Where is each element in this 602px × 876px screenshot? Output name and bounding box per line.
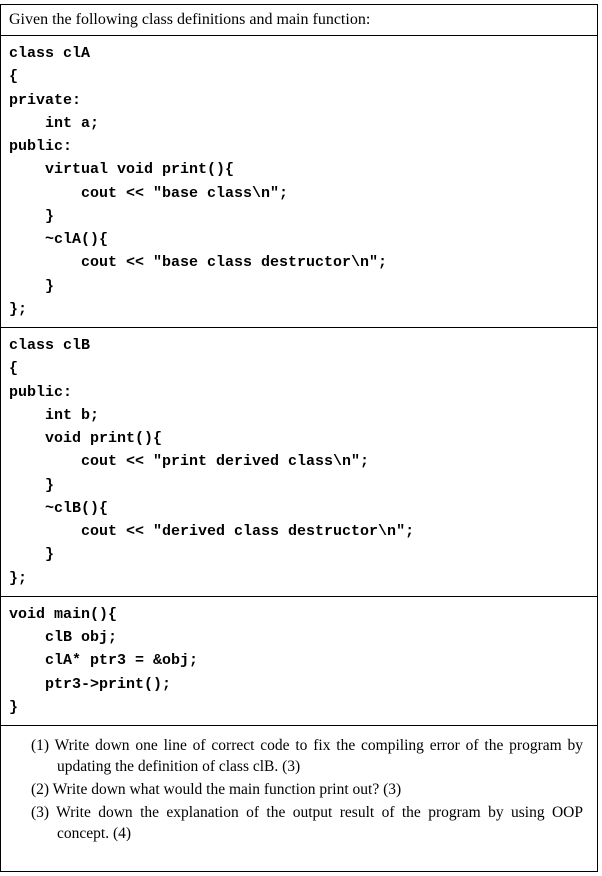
- question-container: Given the following class definitions an…: [0, 4, 598, 872]
- question-2: (2) Write down what would the main funct…: [15, 780, 583, 801]
- question-1: (1) Write down one line of correct code …: [15, 736, 583, 778]
- intro-line: Given the following class definitions an…: [9, 11, 370, 28]
- code-block-class-b: class clB { public: int b; void print(){…: [0, 327, 597, 596]
- question-list: (1) Write down one line of correct code …: [0, 725, 597, 871]
- question-3: (3) Write down the explanation of the ou…: [15, 803, 583, 845]
- code-block-class-a: class clA { private: int a; public: virt…: [0, 35, 597, 327]
- code-block-main: void main(){ clB obj; clA* ptr3 = &obj; …: [0, 596, 597, 725]
- intro-text: Given the following class definitions an…: [0, 4, 597, 35]
